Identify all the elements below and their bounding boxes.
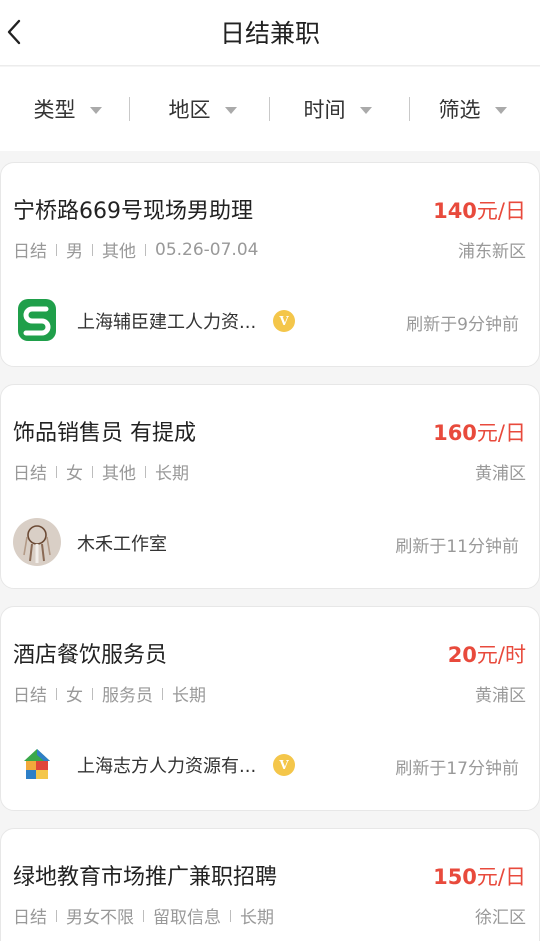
refresh-time: 刷新于9分钟前 bbox=[406, 315, 519, 335]
company-name: 上海志方人力资源有... bbox=[77, 756, 257, 777]
job-district: 徐汇区 bbox=[475, 908, 526, 928]
job-card[interactable]: 饰品销售员 有提成 160元/日 日结 女 其他 长期 黄浦区 木禾工作室 刷新… bbox=[0, 384, 540, 589]
refresh-time: 刷新于17分钟前 bbox=[395, 759, 519, 779]
tag-settlement: 日结 bbox=[13, 908, 47, 928]
job-salary: 20元/时 bbox=[448, 639, 526, 669]
tag-settlement: 日结 bbox=[13, 242, 47, 262]
filter-more[interactable]: 筛选 bbox=[405, 67, 540, 151]
caret-down-icon bbox=[359, 106, 372, 114]
tag-divider bbox=[56, 909, 57, 922]
tag-settlement: 日结 bbox=[13, 686, 47, 706]
tag-settlement: 日结 bbox=[13, 464, 47, 484]
job-tags: 日结 男 其他 05.26-07.04 bbox=[13, 237, 259, 263]
job-title: 绿地教育市场推广兼职招聘 bbox=[13, 865, 278, 890]
tag-divider bbox=[145, 243, 146, 256]
job-card[interactable]: 宁桥路669号现场男助理 140元/日 日结 男 其他 05.26-07.04 … bbox=[0, 162, 540, 367]
tag-divider bbox=[162, 687, 163, 700]
salary-amount: 150 bbox=[433, 865, 477, 889]
job-salary: 140元/日 bbox=[433, 195, 526, 225]
tag-gender: 女 bbox=[66, 464, 83, 484]
salary-amount: 160 bbox=[433, 421, 477, 445]
company-name: 上海辅臣建工人力资... bbox=[77, 312, 257, 333]
job-tags: 日结 女 其他 长期 bbox=[13, 459, 189, 484]
filter-label: 类型 bbox=[33, 98, 76, 122]
company-name: 木禾工作室 bbox=[77, 534, 167, 555]
verified-badge-icon: V bbox=[273, 310, 295, 332]
refresh-time: 刷新于11分钟前 bbox=[395, 537, 519, 557]
tag-gender: 男女不限 bbox=[66, 908, 134, 928]
job-card[interactable]: 酒店餐饮服务员 20元/时 日结 女 服务员 长期 黄浦区 上海志方人力资源有.… bbox=[0, 606, 540, 811]
salary-amount: 140 bbox=[433, 199, 477, 223]
tag-category: 留取信息 bbox=[153, 908, 221, 928]
tag-divider bbox=[92, 465, 93, 478]
colorful-house-logo-icon bbox=[24, 749, 50, 779]
job-salary: 160元/日 bbox=[433, 417, 526, 447]
tag-divider bbox=[92, 243, 93, 256]
tag-category: 其他 bbox=[102, 242, 136, 262]
filter-divider bbox=[129, 97, 130, 121]
tag-divider bbox=[143, 909, 144, 922]
tag-divider bbox=[145, 465, 146, 478]
tag-category: 其他 bbox=[102, 464, 136, 484]
filter-time[interactable]: 时间 bbox=[270, 67, 405, 151]
job-district: 浦东新区 bbox=[458, 242, 526, 262]
filter-type[interactable]: 类型 bbox=[0, 67, 135, 151]
tag-period: 长期 bbox=[240, 908, 274, 928]
filter-label: 筛选 bbox=[438, 98, 481, 122]
tag-period: 长期 bbox=[155, 464, 189, 484]
job-title: 宁桥路669号现场男助理 bbox=[13, 199, 253, 224]
tag-divider bbox=[56, 465, 57, 478]
tag-divider bbox=[230, 909, 231, 922]
filter-region[interactable]: 地区 bbox=[135, 67, 270, 151]
job-salary: 150元/日 bbox=[433, 861, 526, 891]
tag-period: 长期 bbox=[172, 686, 206, 706]
header-bar: 日结兼职 bbox=[0, 0, 540, 66]
tag-category: 服务员 bbox=[102, 686, 153, 706]
salary-unit: 元/日 bbox=[476, 421, 526, 445]
job-district: 黄浦区 bbox=[475, 686, 526, 706]
green-s-logo-icon bbox=[18, 299, 56, 341]
job-tags: 日结 男女不限 留取信息 长期 bbox=[13, 903, 274, 928]
tag-divider bbox=[56, 687, 57, 700]
verified-badge-icon: V bbox=[273, 754, 295, 776]
salary-unit: 元/日 bbox=[476, 199, 526, 223]
filter-label: 时间 bbox=[303, 98, 346, 122]
caret-down-icon bbox=[224, 106, 237, 114]
tag-period: 05.26-07.04 bbox=[155, 239, 259, 260]
salary-amount: 20 bbox=[447, 643, 477, 667]
job-card[interactable]: 绿地教育市场推广兼职招聘 150元/日 日结 男女不限 留取信息 长期 徐汇区 bbox=[0, 828, 540, 941]
tag-gender: 女 bbox=[66, 686, 83, 706]
dreamcatcher-avatar-icon bbox=[13, 518, 61, 566]
caret-down-icon bbox=[494, 106, 507, 114]
salary-unit: 元/时 bbox=[476, 643, 526, 667]
job-title: 饰品销售员 有提成 bbox=[13, 421, 196, 446]
tag-gender: 男 bbox=[66, 242, 83, 262]
salary-unit: 元/日 bbox=[476, 865, 526, 889]
tag-divider bbox=[92, 687, 93, 700]
job-district: 黄浦区 bbox=[475, 464, 526, 484]
job-tags: 日结 女 服务员 长期 bbox=[13, 681, 206, 706]
page-title: 日结兼职 bbox=[219, 19, 320, 48]
filter-label: 地区 bbox=[168, 98, 211, 122]
caret-down-icon bbox=[89, 106, 102, 114]
job-title: 酒店餐饮服务员 bbox=[13, 643, 168, 668]
filter-bar: 类型 地区 时间 筛选 bbox=[0, 67, 540, 151]
tag-divider bbox=[56, 243, 57, 256]
